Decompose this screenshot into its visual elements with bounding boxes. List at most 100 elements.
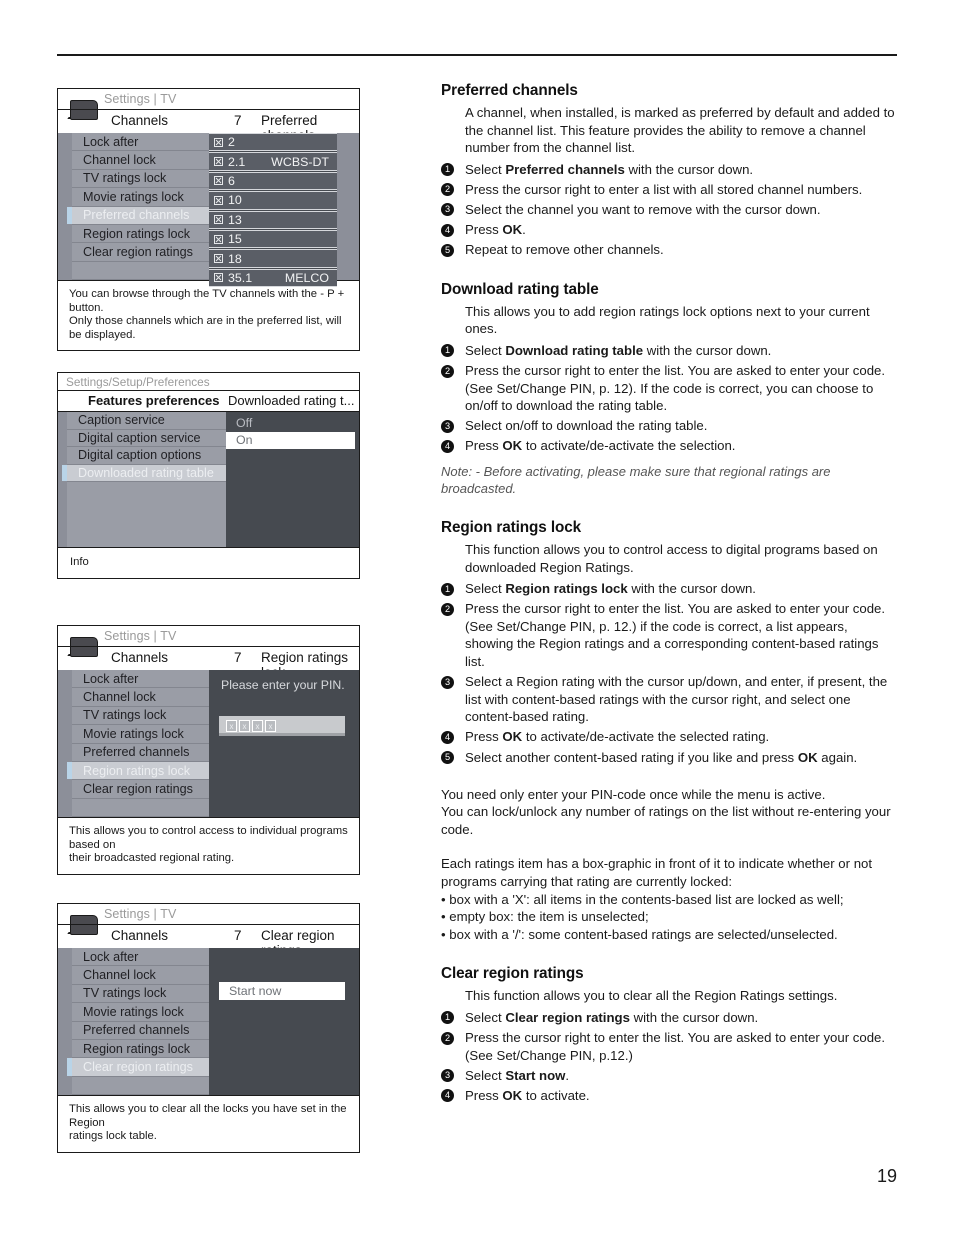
menu-item[interactable]: Lock after (72, 948, 209, 967)
menu-item[interactable]: Downloaded rating table (62, 464, 226, 483)
menu-item[interactable] (72, 1076, 209, 1096)
menu-item-label: Channel lock (83, 968, 156, 983)
checked-box-icon[interactable] (214, 157, 223, 167)
channel-row[interactable]: 10 (209, 191, 337, 210)
menu-item[interactable] (72, 261, 209, 281)
menu-item[interactable]: Clear region ratings (72, 243, 209, 262)
checked-box-icon[interactable] (214, 254, 223, 264)
preferences-menu[interactable]: Caption service Digital caption service Di… (58, 412, 226, 547)
menu-item-label: Region ratings lock (83, 763, 191, 778)
step-item: 1 Select Preferred channels with the curs… (441, 161, 899, 179)
channel-number: 10 (228, 193, 242, 208)
help-line: This allows you to clear all the locks y… (69, 1103, 347, 1129)
menu-item[interactable]: Channel lock (72, 688, 209, 707)
option-item[interactable]: On (226, 431, 355, 450)
step-number-icon: 5 (441, 243, 454, 257)
menu-item[interactable]: Caption service (67, 412, 226, 430)
menu-item[interactable]: TV ratings lock (72, 169, 209, 189)
step-item: 5 Repeat to remove other channels. (441, 241, 899, 259)
menu-item[interactable]: TV ratings lock (72, 984, 209, 1004)
menu-item[interactable]: Preferred channels (72, 1021, 209, 1040)
start-now-button[interactable]: Start now (219, 982, 345, 1000)
menu-item[interactable]: Lock after (72, 133, 209, 152)
checked-box-icon[interactable] (214, 273, 223, 283)
menu-header: Settings | TV Channels 7 Preferred chann… (58, 89, 359, 143)
menu-item[interactable]: Channel lock (72, 151, 209, 170)
menu-item[interactable]: TV ratings lock (72, 706, 209, 726)
pin-digit[interactable]: x (252, 720, 263, 732)
menu-item[interactable]: Digital caption options (67, 447, 226, 465)
menu-item[interactable]: Clear region ratings (72, 780, 209, 799)
menu-item[interactable]: Region ratings lock (67, 761, 209, 781)
menu-list[interactable]: Lock after Channel lock TV ratings lock Mov… (67, 133, 209, 281)
menu-item[interactable]: Movie ratings lock (72, 188, 209, 207)
menu-header: Settings | TV Channels 7 Clear region ra… (58, 904, 359, 958)
menu-body: Lock after Channel lock TV ratings lock Mov… (58, 670, 359, 818)
menu-item[interactable]: Digital caption service (67, 429, 226, 448)
menu-item[interactable]: Movie ratings lock (72, 725, 209, 744)
menu-item[interactable]: Channel lock (72, 966, 209, 985)
header-number: 7 (234, 113, 242, 128)
menu-list[interactable]: Lock after Channel lock TV ratings lock Mov… (67, 948, 209, 1096)
checked-box-icon[interactable] (214, 195, 223, 205)
channel-number: 18 (228, 251, 242, 266)
channel-row[interactable]: 15 (209, 229, 337, 249)
menu-item[interactable]: Lock after (72, 670, 209, 689)
pin-digit[interactable]: x (265, 720, 276, 732)
page-number: 19 (876, 1166, 897, 1186)
step-number-icon: 2 (441, 1031, 454, 1045)
menu-item-label: Region ratings lock (83, 1041, 191, 1056)
menu-item[interactable]: Movie ratings lock (72, 1003, 209, 1022)
channel-row[interactable]: 13 (209, 210, 337, 229)
checked-box-icon[interactable] (214, 215, 223, 225)
menu-item-label: Digital caption options (78, 448, 202, 463)
menu-item[interactable]: Region ratings lock (72, 1039, 209, 1059)
step-text: Select Download rating table with the cu… (465, 342, 772, 358)
screenshot-clear-region-ratings: Settings | TV Channels 7 Clear region ra… (57, 903, 360, 1153)
channel-row[interactable]: 2.1 WCBS-DT (209, 152, 337, 171)
step-number-icon: 4 (441, 730, 454, 744)
menu-item[interactable] (72, 798, 209, 818)
menu-item-label: Preferred channels (83, 208, 190, 223)
pin-pane[interactable]: Please enter your PIN. xxxx (209, 670, 359, 817)
menu-list[interactable]: Lock after Channel lock TV ratings lock Mov… (67, 670, 209, 818)
checked-box-icon[interactable] (214, 176, 223, 186)
menu-body: Caption service Digital caption service Di… (58, 411, 359, 547)
step-number-icon: 5 (441, 751, 454, 765)
checked-box-icon[interactable] (214, 137, 223, 147)
channel-row[interactable]: 2 (209, 133, 337, 152)
pin-digit[interactable]: x (226, 720, 237, 732)
menu-item-label: Movie ratings lock (83, 1004, 184, 1019)
step-item: 3 Select the channel you want to remove w… (441, 201, 899, 219)
info-label: Info (70, 556, 89, 568)
manual-page: Settings | TV Channels 7 Preferred chann… (0, 0, 954, 1235)
action-pane[interactable]: Start now (209, 948, 359, 1095)
step-item: 1 Select Download rating table with the c… (441, 342, 899, 360)
step-list: 1 Select Clear region ratings with the cu… (441, 1009, 899, 1104)
help-line: This allows you to control access to ind… (69, 825, 348, 851)
menu-item[interactable]: Clear region ratings (67, 1058, 209, 1077)
channel-row[interactable]: 18 (209, 249, 337, 268)
menu-item-label (72, 800, 87, 814)
checked-box-icon[interactable] (214, 234, 223, 244)
channel-number: 15 (228, 232, 242, 247)
step-number-icon: 4 (441, 223, 454, 237)
menu-item[interactable]: Preferred channels (72, 743, 209, 762)
pin-input[interactable]: xxxx (219, 716, 345, 736)
help-text: This allows you to control access to ind… (58, 817, 359, 874)
pin-digit[interactable]: x (239, 720, 250, 732)
menu-item[interactable]: Region ratings lock (72, 224, 209, 244)
menu-item[interactable]: Preferred channels (67, 206, 209, 225)
options-pane[interactable]: Off On (226, 412, 359, 547)
step-text: Press OK. (465, 222, 526, 238)
channel-row[interactable]: 35.1 MELCO (209, 268, 337, 288)
channel-list-pane[interactable]: 2 2.1 WCBS-DT 6 10 13 15 18 35.1 MELCO (209, 133, 337, 288)
step-item: 2 Press the cursor right to enter the lis… (441, 600, 899, 670)
header-title: Channels (111, 928, 169, 943)
option-item[interactable]: Off (226, 414, 359, 432)
help-line: their broadcasted regional rating. (69, 852, 235, 865)
step-list: 1 Select Preferred channels with the curs… (441, 161, 899, 259)
channel-row[interactable]: 6 (209, 171, 337, 191)
step-number-icon: 4 (441, 1089, 454, 1103)
pin-prompt: Please enter your PIN. (221, 678, 345, 692)
